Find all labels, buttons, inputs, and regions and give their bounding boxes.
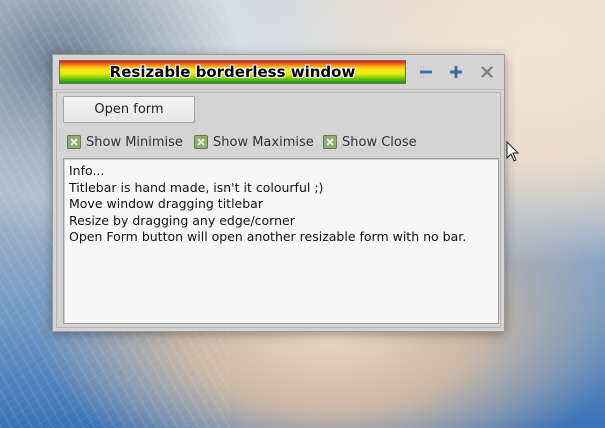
checkbox-checked-icon bbox=[67, 135, 81, 149]
checkbox-checked-icon bbox=[194, 135, 208, 149]
main-panel: Open form Show Minimise Show Maximise Sh… bbox=[56, 92, 501, 328]
mouse-pointer-icon bbox=[506, 140, 520, 163]
maximize-button[interactable] bbox=[445, 62, 467, 82]
custom-titlebar[interactable]: Resizable borderless window bbox=[59, 60, 406, 84]
memo-line: Resize by dragging any edge/corner bbox=[69, 212, 295, 228]
plus-icon bbox=[449, 65, 463, 79]
checkbox-label: Show Close bbox=[342, 134, 417, 150]
show-maximise-checkbox[interactable]: Show Maximise bbox=[194, 133, 314, 151]
close-button[interactable] bbox=[476, 62, 498, 82]
memo-line: Info... bbox=[69, 163, 105, 178]
checkbox-label: Show Maximise bbox=[213, 134, 314, 150]
minus-icon bbox=[419, 65, 433, 79]
open-form-button[interactable]: Open form bbox=[63, 96, 195, 123]
memo-line: Open Form button will open another resiz… bbox=[69, 229, 467, 244]
memo-line: Titlebar is hand made, isn't it colourfu… bbox=[69, 179, 324, 195]
titlebar-row: Resizable borderless window bbox=[53, 55, 504, 90]
window-title: Resizable borderless window bbox=[109, 63, 356, 81]
borderless-window[interactable]: Resizable borderless window Open form Sh… bbox=[52, 54, 505, 332]
checkbox-label: Show Minimise bbox=[86, 134, 183, 150]
info-memo[interactable]: Info... Titlebar is hand made, isn't it … bbox=[63, 158, 499, 324]
minimize-button[interactable] bbox=[415, 62, 437, 82]
checkbox-checked-icon bbox=[323, 135, 337, 149]
close-icon bbox=[481, 66, 493, 78]
show-close-checkbox[interactable]: Show Close bbox=[323, 133, 417, 151]
memo-line: Move window dragging titlebar bbox=[69, 196, 263, 211]
show-minimise-checkbox[interactable]: Show Minimise bbox=[67, 133, 183, 151]
